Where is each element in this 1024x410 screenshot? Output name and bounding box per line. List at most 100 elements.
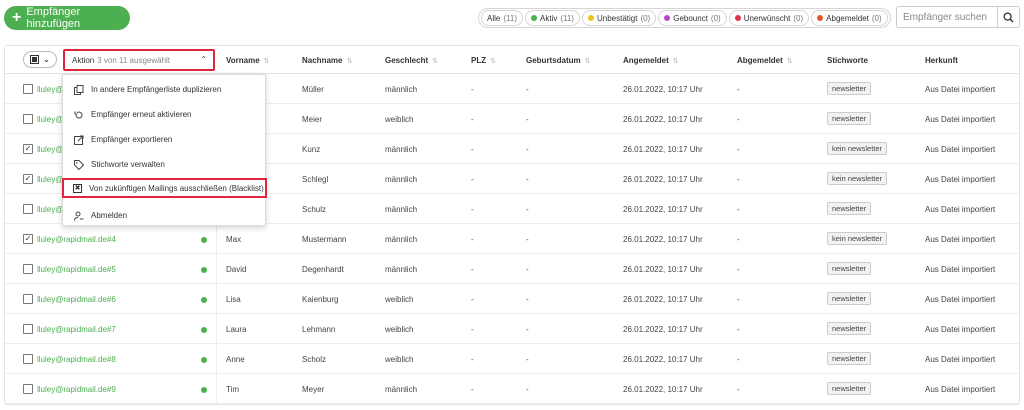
cell-geschlecht: weiblich xyxy=(385,325,414,334)
filter-chip[interactable]: Abgemeldet (0) xyxy=(811,10,888,26)
sort-icon[interactable]: ⇅ xyxy=(673,57,679,65)
menu-item[interactable]: Empfänger exportieren xyxy=(63,127,265,152)
status-dot-icon xyxy=(664,15,671,21)
status-dot-icon xyxy=(734,15,741,21)
filter-chip[interactable]: Unerwünscht (0) xyxy=(728,10,810,26)
column-header[interactable]: PLZ ⇅ xyxy=(471,56,496,65)
search-box[interactable]: Empfänger suchen xyxy=(896,6,1020,28)
cell-abgemeldet: - xyxy=(737,325,740,334)
action-menu: In andere Empfängerliste duplizieren Empf… xyxy=(62,74,267,228)
cell-geschlecht: männlich xyxy=(385,145,418,154)
column-header-label: Geschlecht xyxy=(385,56,429,65)
table-row[interactable]: lluley@rapidmail.de#7 Laura Lehmann weiblic… xyxy=(5,314,1019,344)
column-header[interactable]: Vorname ⇅ xyxy=(226,56,270,65)
row-checkbox[interactable] xyxy=(23,384,33,394)
add-recipient-label: Empfänger hinzufügen xyxy=(26,6,81,30)
column-header[interactable]: Geburtsdatum ⇅ xyxy=(526,56,591,65)
menu-item-label: Von zukünftigen Mailings ausschließen (B… xyxy=(89,183,264,193)
filter-chip[interactable]: Alle (11) xyxy=(481,10,523,26)
email-link[interactable]: lluley@rapidmail.de#7 xyxy=(37,325,116,334)
table-row[interactable]: lluley@rapidmail.de#8 Anne Scholz weiblich -… xyxy=(5,344,1019,374)
row-checkbox[interactable] xyxy=(23,324,33,334)
cell-abgemeldet: - xyxy=(737,385,740,394)
cell-herkunft: Aus Datei importiert xyxy=(925,325,996,334)
menu-item[interactable]: Abmelden xyxy=(63,203,265,228)
copy-icon xyxy=(73,84,84,95)
table-row[interactable]: lluley@rapidmail.de#9 Tim Meyer männlich - - 2… xyxy=(5,374,1019,404)
cell-angemeldet: 26.01.2022, 10:17 Uhr xyxy=(623,355,703,364)
selection-count: 3 von 11 ausgewählt xyxy=(97,55,171,65)
row-checkbox[interactable]: ✓ xyxy=(23,174,33,184)
email-link[interactable]: lluley@rapidmail.de#9 xyxy=(37,385,116,394)
sort-icon[interactable]: ⇅ xyxy=(787,57,793,65)
column-header[interactable]: Geschlecht ⇅ xyxy=(385,56,438,65)
email-link[interactable]: lluley@ xyxy=(37,205,63,214)
email-link[interactable]: lluley@rapidmail.de#5 xyxy=(37,265,116,274)
email-link[interactable]: lluley@ xyxy=(37,145,63,154)
cell-geschlecht: männlich xyxy=(385,235,418,244)
filter-chip[interactable]: Gebounct (0) xyxy=(658,10,727,26)
cell-herkunft: Aus Datei importiert xyxy=(925,265,996,274)
filter-count: (11) xyxy=(560,13,574,23)
filter-label: Abgemeldet xyxy=(826,13,869,23)
table-row[interactable]: lluley@rapidmail.de#5 David Degenhardt männ… xyxy=(5,254,1019,284)
sort-icon[interactable]: ⇅ xyxy=(490,57,496,65)
email-link[interactable]: lluley@rapidmail.de#6 xyxy=(37,295,116,304)
email-link[interactable]: lluley@rapidmail.de#4 xyxy=(37,235,116,244)
column-header[interactable]: Angemeldet ⇅ xyxy=(623,56,679,65)
active-status-icon xyxy=(201,297,207,303)
menu-item[interactable]: In andere Empfängerliste duplizieren xyxy=(63,77,265,102)
filter-chip[interactable]: Aktiv (11) xyxy=(524,10,580,26)
table-row[interactable]: ✓ lluley@rapidmail.de#4 Max Mustermann männl… xyxy=(5,224,1019,254)
cell-nachname: Schulz xyxy=(302,205,327,214)
filter-label: Gebounct xyxy=(673,13,708,23)
menu-item[interactable]: Stichworte verwalten xyxy=(63,152,265,177)
cell-geburtsdatum: - xyxy=(526,355,529,364)
sort-icon[interactable]: ⇅ xyxy=(432,57,438,65)
email-link[interactable]: lluley@rapidmail.de#8 xyxy=(37,355,116,364)
row-checkbox[interactable] xyxy=(23,204,33,214)
search-input[interactable]: Empfänger suchen xyxy=(897,12,997,23)
email-link[interactable]: lluley@ xyxy=(37,115,63,124)
row-checkbox[interactable] xyxy=(23,354,33,364)
email-link[interactable]: lluley@ xyxy=(37,175,63,184)
menu-item[interactable]: ✖ Von zukünftigen Mailings ausschließen (… xyxy=(62,178,267,198)
row-checkbox[interactable] xyxy=(23,294,33,304)
cell-abgemeldet: - xyxy=(737,145,740,154)
column-header[interactable]: Nachname ⇅ xyxy=(302,56,352,65)
cell-plz: - xyxy=(471,265,474,274)
row-checkbox[interactable] xyxy=(23,84,33,94)
cell-nachname: Meier xyxy=(302,115,323,124)
row-checkbox[interactable]: ✓ xyxy=(23,144,33,154)
row-checkbox[interactable] xyxy=(23,264,33,274)
sort-icon[interactable]: ⇅ xyxy=(264,57,270,65)
row-checkbox[interactable] xyxy=(23,114,33,124)
column-header[interactable]: Abgemeldet ⇅ xyxy=(737,56,793,65)
sort-icon[interactable]: ⇅ xyxy=(585,57,591,65)
menu-item[interactable]: Empfänger erneut aktivieren xyxy=(63,102,265,127)
column-header-label: Geburtsdatum xyxy=(526,56,581,65)
cell-geschlecht: männlich xyxy=(385,175,418,184)
keyword-tag: newsletter xyxy=(827,262,872,275)
cell-geburtsdatum: - xyxy=(526,85,529,94)
action-dropdown[interactable]: Aktion 3 von 11 ausgewählt ⌃ xyxy=(63,49,215,71)
column-header-label: Nachname xyxy=(302,56,343,65)
search-button[interactable] xyxy=(997,7,1019,27)
keyword-tag: newsletter xyxy=(827,352,872,365)
row-checkbox[interactable]: ✓ xyxy=(23,234,33,244)
cell-angemeldet: 26.01.2022, 10:17 Uhr xyxy=(623,265,703,274)
cell-angemeldet: 26.01.2022, 10:17 Uhr xyxy=(623,175,703,184)
sort-icon[interactable]: ⇅ xyxy=(346,57,352,65)
cell-plz: - xyxy=(471,115,474,124)
add-recipient-button[interactable]: + Empfänger hinzufügen xyxy=(4,6,130,30)
table-row[interactable]: lluley@rapidmail.de#6 Lisa Kaienburg weibli… xyxy=(5,284,1019,314)
column-header-label: Herkunft xyxy=(925,56,958,65)
unsubscribe-icon xyxy=(73,210,84,221)
select-all-dropdown[interactable]: ⌄ xyxy=(23,51,57,68)
filter-label: Unbestätigt xyxy=(596,13,638,23)
filter-chip[interactable]: Unbestätigt (0) xyxy=(581,10,657,26)
cell-plz: - xyxy=(471,175,474,184)
plus-icon: + xyxy=(12,9,22,26)
cell-vorname: David xyxy=(226,265,247,274)
keyword-tag: newsletter xyxy=(827,82,872,95)
